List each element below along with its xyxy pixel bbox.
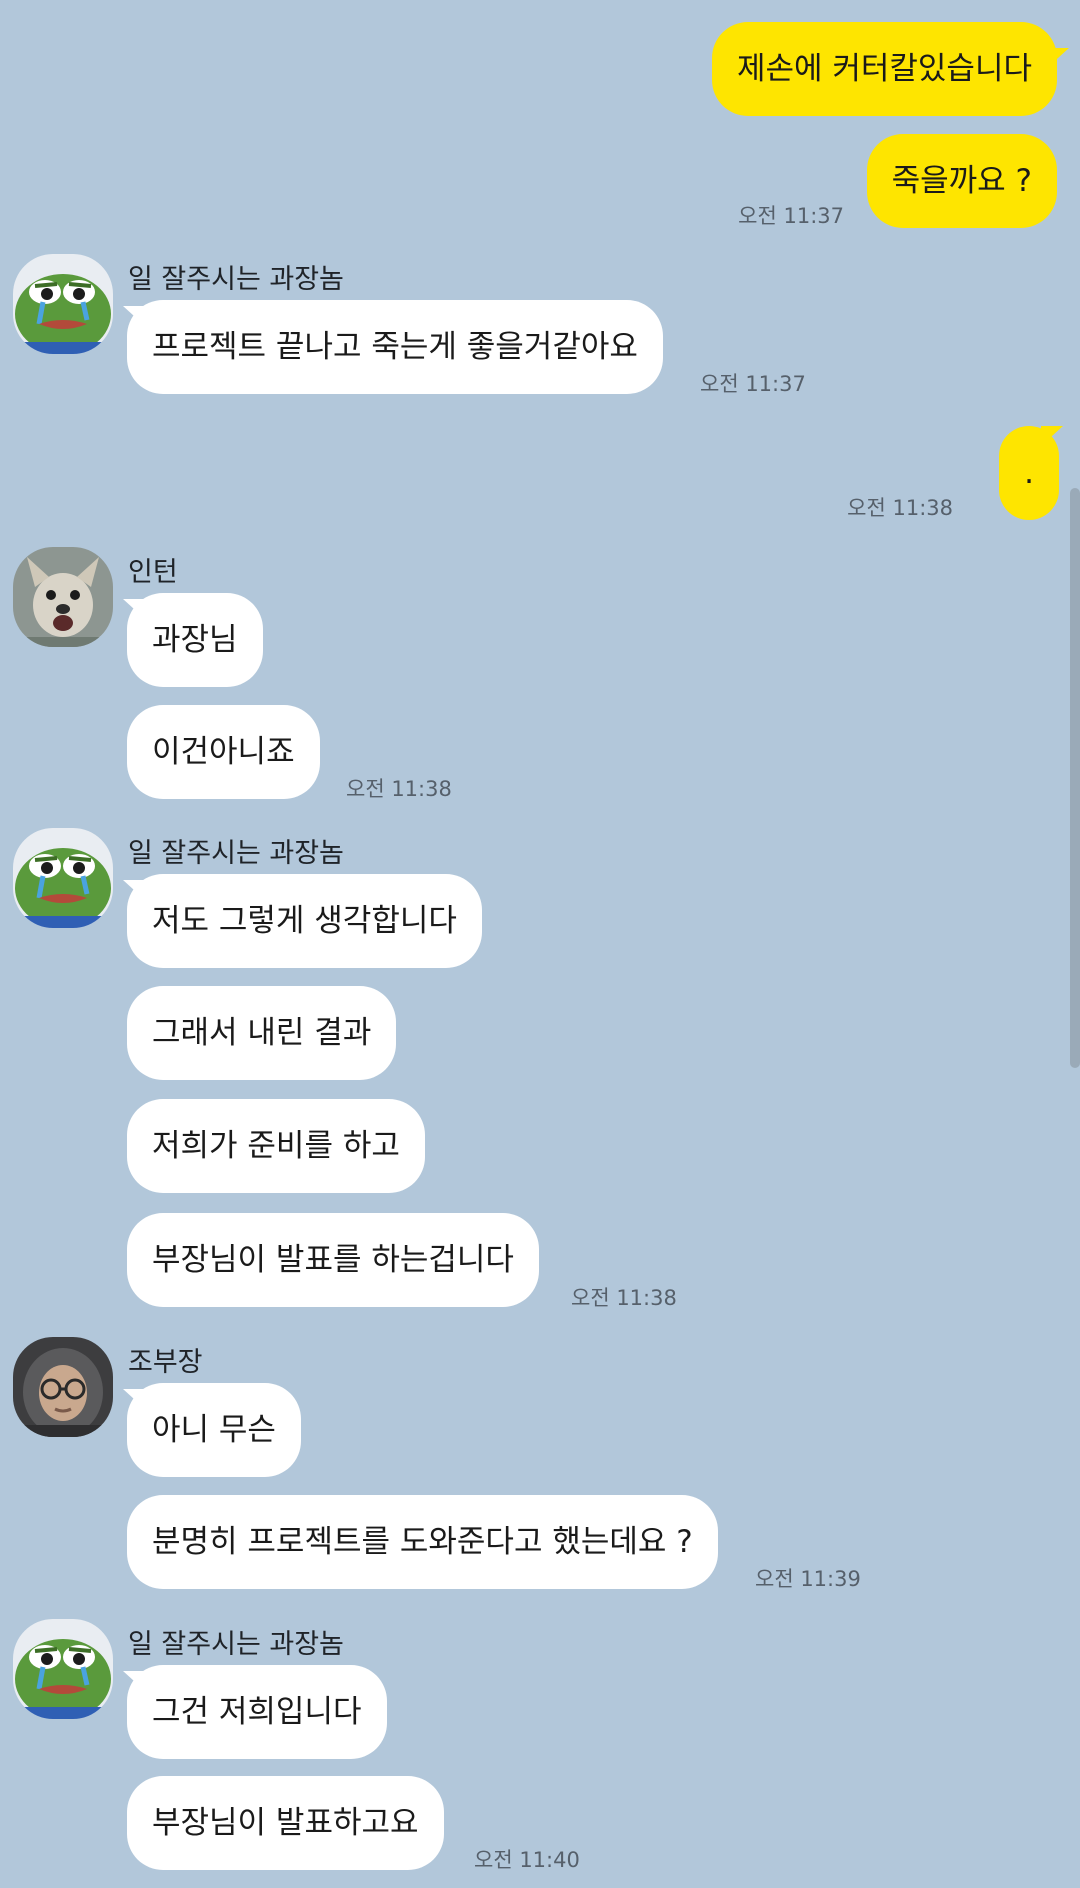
my-message-bubble[interactable]: 죽을까요 ? <box>866 134 1057 228</box>
avatar-pepe[interactable] <box>13 1619 113 1719</box>
avatar-director[interactable] <box>13 1337 113 1437</box>
message-bubble[interactable]: 저희가 준비를 하고 <box>127 1099 425 1193</box>
message-bubble[interactable]: 저도 그렇게 생각합니다 <box>127 874 482 968</box>
bubble-tail <box>1041 426 1063 446</box>
avatar-dog[interactable] <box>13 547 113 647</box>
chat-area[interactable]: 제손에 커터칼있습니다 죽을까요 ? 오전 11:37 일 잘주시는 과장놈 프… <box>0 0 1080 1888</box>
message-time: 오전 11:40 <box>474 1848 580 1872</box>
avatar-pepe[interactable] <box>13 254 113 354</box>
bubble-tail <box>123 599 145 619</box>
person-photo-icon <box>13 1337 113 1437</box>
sender-name: 조부장 <box>128 1347 203 1378</box>
message-bubble[interactable]: 부장님이 발표하고요 <box>127 1776 444 1870</box>
message-time: 오전 11:37 <box>700 372 806 396</box>
message-time: 오전 11:37 <box>738 204 844 228</box>
message-bubble[interactable]: 분명히 프로젝트를 도와준다고 했는데요 ? <box>127 1495 718 1589</box>
message-time: 오전 11:38 <box>346 777 452 801</box>
scrollbar[interactable] <box>1070 488 1080 1068</box>
sender-name: 일 잘주시는 과장놈 <box>128 838 344 869</box>
avatar-pepe[interactable] <box>13 828 113 928</box>
chihuahua-dog-icon <box>13 547 113 647</box>
sender-name: 인턴 <box>128 557 178 588</box>
message-bubble[interactable]: 아니 무슨 <box>127 1383 301 1477</box>
message-time: 오전 11:38 <box>571 1286 677 1310</box>
message-time: 오전 11:38 <box>847 496 953 520</box>
bubble-tail <box>123 1389 145 1409</box>
my-message-bubble[interactable]: 제손에 커터칼있습니다 <box>711 22 1057 116</box>
message-bubble[interactable]: 부장님이 발표를 하는겁니다 <box>127 1213 539 1307</box>
bubble-tail <box>123 880 145 900</box>
message-bubble[interactable]: 그건 저희입니다 <box>127 1665 387 1759</box>
pepe-frog-icon <box>13 254 113 354</box>
message-time: 오전 11:39 <box>755 1567 861 1591</box>
message-bubble[interactable]: 프로젝트 끝나고 죽는게 좋을거같아요 <box>127 300 663 394</box>
bubble-tail <box>123 306 145 326</box>
sender-name: 일 잘주시는 과장놈 <box>128 264 344 295</box>
bubble-tail <box>123 1671 145 1691</box>
message-bubble[interactable]: 이건아니죠 <box>127 705 320 799</box>
message-bubble[interactable]: 과장님 <box>127 593 263 687</box>
bubble-tail <box>1047 48 1069 68</box>
pepe-frog-icon <box>13 1619 113 1719</box>
sender-name: 일 잘주시는 과장놈 <box>128 1629 344 1660</box>
pepe-frog-icon <box>13 828 113 928</box>
message-bubble[interactable]: 그래서 내린 결과 <box>127 986 397 1080</box>
